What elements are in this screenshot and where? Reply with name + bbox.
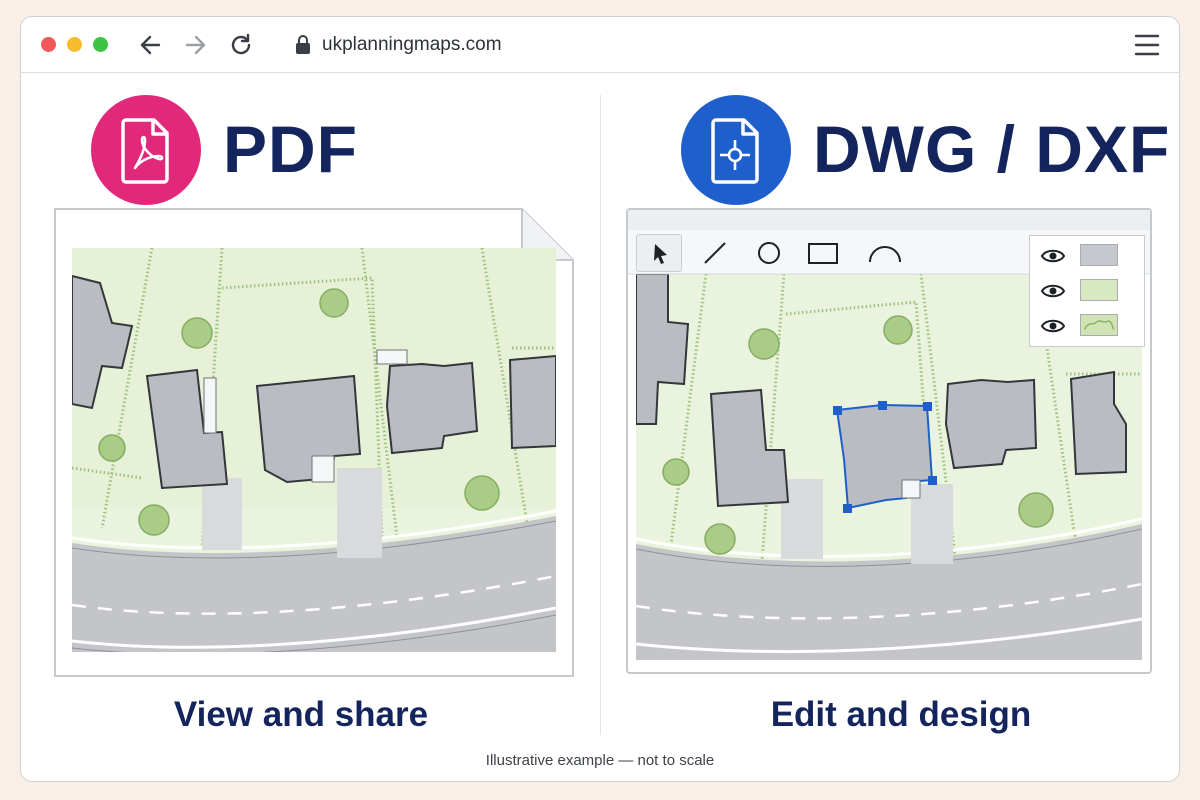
eye-icon[interactable] — [1040, 316, 1066, 336]
layer-swatch-trees — [1080, 314, 1118, 336]
arc-tool[interactable] — [862, 234, 908, 272]
rectangle-tool[interactable] — [800, 234, 846, 272]
layer-row[interactable] — [1030, 238, 1144, 274]
hamburger-menu-icon[interactable] — [1133, 32, 1161, 58]
reload-icon[interactable] — [227, 31, 255, 59]
cad-format-title: DWG / DXF — [813, 112, 1171, 186]
browser-window: ukplanningmaps.com PDF View and share DW… — [20, 16, 1180, 782]
footnote: Illustrative example — not to scale — [485, 752, 715, 769]
lock-icon — [293, 34, 313, 56]
forward-arrow-icon[interactable] — [181, 31, 209, 59]
cad-file-icon — [681, 95, 791, 205]
pdf-site-map — [72, 248, 556, 652]
panel-divider — [600, 95, 601, 735]
select-tool[interactable] — [636, 234, 682, 272]
layers-panel — [1029, 235, 1145, 347]
circle-tool[interactable] — [746, 234, 792, 272]
layer-row[interactable] — [1030, 273, 1144, 309]
back-arrow-icon[interactable] — [137, 31, 165, 59]
url-bar[interactable]: ukplanningmaps.com — [322, 33, 502, 57]
pdf-file-icon — [91, 95, 201, 205]
cad-editor-preview — [626, 208, 1152, 674]
close-window-dot[interactable] — [41, 37, 56, 52]
pdf-format-title: PDF — [223, 112, 358, 186]
layer-swatch-buildings — [1080, 244, 1118, 266]
cad-caption: Edit and design — [770, 695, 1032, 734]
maximize-window-dot[interactable] — [93, 37, 108, 52]
eye-icon[interactable] — [1040, 281, 1066, 301]
browser-titlebar: ukplanningmaps.com — [21, 17, 1179, 73]
layer-row[interactable] — [1030, 308, 1144, 344]
eye-icon[interactable] — [1040, 246, 1066, 266]
minimize-window-dot[interactable] — [67, 37, 82, 52]
pdf-caption: View and share — [173, 695, 429, 734]
line-tool[interactable] — [692, 234, 738, 272]
layer-swatch-grass — [1080, 279, 1118, 301]
pdf-map-preview — [54, 208, 574, 678]
cad-toolbar — [626, 228, 1046, 278]
